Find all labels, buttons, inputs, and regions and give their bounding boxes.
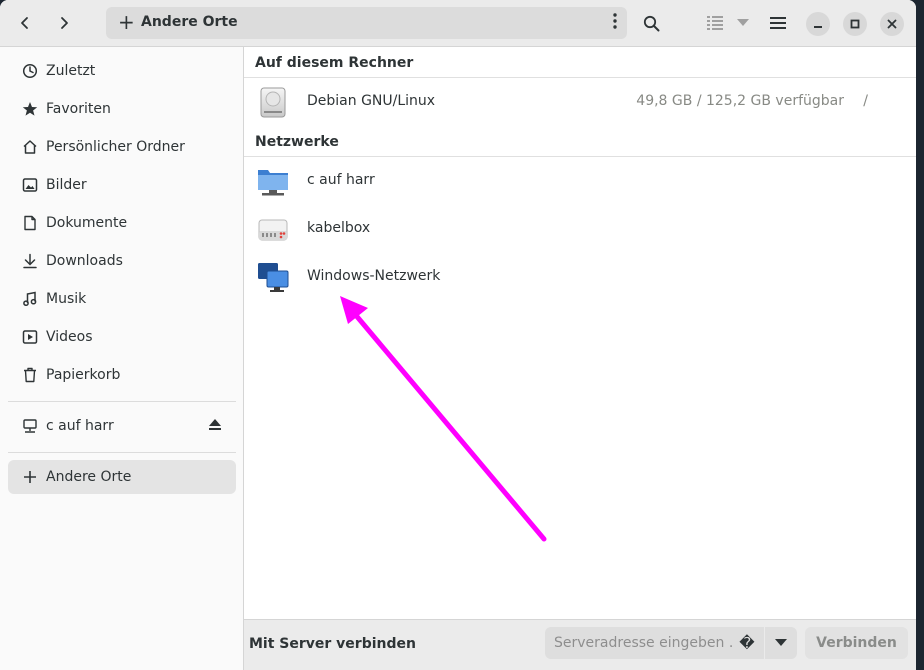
sidebar-item-label: Videos — [46, 329, 93, 345]
home-icon — [20, 137, 40, 157]
plus-icon — [20, 467, 40, 487]
hamburger-menu-icon — [770, 17, 786, 29]
section-divider — [244, 156, 916, 157]
sidebar-divider — [8, 401, 236, 402]
place-name: c auf harr — [307, 172, 375, 188]
path-menu-button[interactable] — [613, 13, 617, 33]
sidebar-item-label: Zuletzt — [46, 63, 96, 79]
network-server-icon — [258, 219, 288, 241]
caret-down-icon — [775, 639, 787, 646]
section-title-networks: Netzwerke — [255, 134, 339, 150]
connect-to-server-label: Mit Server verbinden — [249, 636, 416, 652]
server-address-input[interactable] — [545, 627, 764, 659]
file-manager-window: + Andere Orte Zuletzt Favoriten Persönli… — [0, 0, 916, 670]
eject-icon — [209, 419, 221, 430]
sidebar-item-home[interactable]: Persönlicher Ordner — [8, 130, 236, 164]
eject-button[interactable] — [208, 418, 222, 434]
mount-path: / — [863, 93, 868, 109]
disk-usage-info: 49,8 GB / 125,2 GB verfügbar — [636, 93, 844, 109]
sidebar-item-trash[interactable]: Papierkorb — [8, 358, 236, 392]
windows-network-icon — [258, 263, 289, 292]
sidebar-divider — [8, 452, 236, 453]
main-menu-button[interactable] — [763, 8, 793, 38]
clock-icon — [20, 61, 40, 81]
download-icon — [20, 251, 40, 271]
star-icon — [20, 99, 40, 119]
recent-servers-dropdown[interactable] — [765, 627, 797, 659]
header-bar: + Andere Orte — [0, 0, 916, 47]
back-button[interactable] — [10, 8, 40, 38]
trash-icon — [20, 365, 40, 385]
harddisk-icon — [260, 87, 286, 118]
sidebar-item-label: Musik — [46, 291, 87, 307]
caret-down-icon — [737, 19, 749, 26]
minimize-icon — [814, 26, 822, 28]
chevron-left-icon — [21, 17, 28, 29]
video-icon — [20, 327, 40, 347]
place-name: Windows-Netzwerk — [307, 268, 441, 284]
help-icon[interactable]: � — [738, 634, 756, 652]
music-icon — [20, 289, 40, 309]
sidebar-item-mount[interactable]: c auf harr — [8, 409, 236, 443]
sidebar-item-label: Andere Orte — [46, 469, 132, 485]
path-bar[interactable]: + Andere Orte — [106, 7, 627, 39]
place-row-c-auf-harr[interactable]: c auf harr — [244, 158, 916, 204]
sidebar-item-label: Papierkorb — [46, 367, 121, 383]
network-drive-icon — [20, 416, 40, 436]
section-divider — [244, 77, 916, 78]
place-row-windows-network[interactable]: Windows-Netzwerk — [244, 254, 916, 300]
sidebar-item-favorites[interactable]: Favoriten — [8, 92, 236, 126]
connect-button[interactable]: Verbinden — [805, 627, 908, 659]
main-content: Auf diesem Rechner Debian GNU/Linux 49,8… — [244, 47, 916, 619]
sidebar-item-label: Persönlicher Ordner — [46, 139, 185, 155]
minimize-button[interactable] — [806, 12, 830, 36]
sidebar-item-downloads[interactable]: Downloads — [8, 244, 236, 278]
sidebar-item-label: Dokumente — [46, 215, 128, 231]
sidebar-item-recent[interactable]: Zuletzt — [8, 54, 236, 88]
path-bar-label: Andere Orte — [141, 14, 238, 30]
close-icon — [887, 19, 897, 29]
place-row-kabelbox[interactable]: kabelbox — [244, 206, 916, 252]
sidebar: Zuletzt Favoriten Persönlicher Ordner Bi… — [0, 47, 244, 670]
sidebar-item-label: Bilder — [46, 177, 87, 193]
view-options-button[interactable] — [728, 8, 758, 38]
place-name: Debian GNU/Linux — [307, 93, 436, 109]
sidebar-item-label: Downloads — [46, 253, 123, 269]
sidebar-item-music[interactable]: Musik — [8, 282, 236, 316]
close-button[interactable] — [880, 12, 904, 36]
place-row-debian[interactable]: Debian GNU/Linux 49,8 GB / 125,2 GB verf… — [244, 79, 916, 125]
sidebar-item-label: c auf harr — [46, 418, 114, 434]
connect-to-server-bar: Mit Server verbinden � Verbinden — [244, 619, 916, 670]
sidebar-item-pictures[interactable]: Bilder — [8, 168, 236, 202]
search-button[interactable] — [636, 8, 666, 38]
sidebar-item-documents[interactable]: Dokumente — [8, 206, 236, 240]
plus-icon: + — [118, 10, 135, 34]
forward-button[interactable] — [49, 8, 79, 38]
list-view-icon — [707, 16, 723, 30]
place-name: kabelbox — [307, 220, 371, 236]
view-list-button[interactable] — [700, 8, 730, 38]
maximize-icon — [850, 19, 860, 29]
maximize-button[interactable] — [843, 12, 867, 36]
document-icon — [20, 213, 40, 233]
sidebar-item-videos[interactable]: Videos — [8, 320, 236, 354]
sidebar-item-other-places[interactable]: Andere Orte — [8, 460, 236, 494]
chevron-right-icon — [61, 17, 68, 29]
kebab-menu-icon — [613, 13, 617, 29]
sidebar-item-label: Favoriten — [46, 101, 111, 117]
search-icon — [643, 15, 659, 31]
network-folder-icon — [258, 170, 288, 196]
section-title-computer: Auf diesem Rechner — [255, 55, 414, 71]
image-icon — [20, 175, 40, 195]
